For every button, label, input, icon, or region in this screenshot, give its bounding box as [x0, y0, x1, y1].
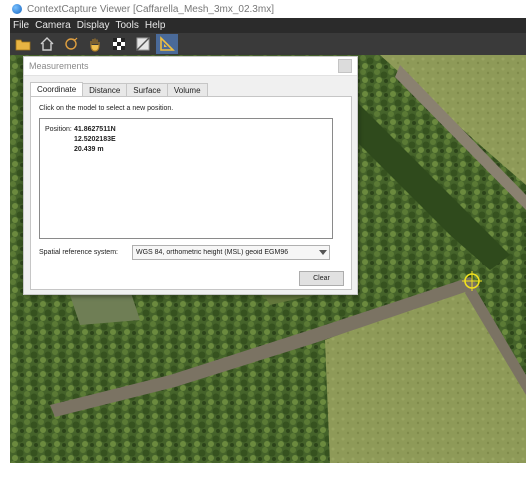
- altitude-value: 20.439 m: [74, 146, 104, 153]
- title-bar: ContextCapture Viewer [Caffarella_Mesh_3…: [10, 0, 526, 18]
- measurements-dialog: Measurements Coordinate Distance Surface…: [23, 56, 358, 295]
- longitude-value: 12.5202183E: [74, 136, 116, 143]
- tab-volume[interactable]: Volume: [166, 83, 208, 97]
- menu-bar: File Camera Display Tools Help: [10, 18, 526, 33]
- latitude-value: 41.8627511N: [74, 126, 116, 133]
- menu-file[interactable]: File: [10, 20, 32, 31]
- app-logo-icon: [12, 4, 22, 14]
- tab-distance[interactable]: Distance: [82, 83, 128, 97]
- srs-selected-value: WGS 84, orthometric height (MSL) geoid E…: [136, 249, 289, 256]
- app-window: ContextCapture Viewer [Caffarella_Mesh_3…: [10, 0, 526, 482]
- window-title: ContextCapture Viewer [Caffarella_Mesh_3…: [27, 3, 274, 15]
- measure-button[interactable]: [156, 34, 178, 54]
- coordinate-panel: Click on the model to select a new posit…: [30, 96, 352, 290]
- menu-tools[interactable]: Tools: [113, 20, 142, 31]
- pan-button[interactable]: [84, 34, 106, 54]
- measurement-tabs: Coordinate Distance Surface Volume: [30, 82, 208, 98]
- dialog-title-bar[interactable]: Measurements: [24, 57, 357, 76]
- dialog-close-button[interactable]: [338, 59, 352, 73]
- menu-camera[interactable]: Camera: [32, 20, 74, 31]
- home-icon: [40, 37, 54, 51]
- dialog-title: Measurements: [29, 61, 89, 71]
- open-folder-icon: [15, 39, 31, 51]
- measure-triangle-icon: [160, 36, 175, 51]
- clear-button[interactable]: Clear: [299, 271, 344, 286]
- texture-button[interactable]: [132, 34, 154, 54]
- instruction-text: Click on the model to select a new posit…: [39, 105, 174, 112]
- bottom-margin: [10, 463, 526, 482]
- menu-help[interactable]: Help: [142, 20, 169, 31]
- texture-icon: [136, 37, 150, 51]
- tab-surface[interactable]: Surface: [126, 83, 168, 97]
- chevron-down-icon: [317, 250, 329, 255]
- open-button[interactable]: [12, 34, 34, 54]
- pan-hand-icon: [90, 38, 100, 52]
- checkerboard-icon: [113, 38, 125, 50]
- toolbar: [10, 33, 526, 55]
- position-output: Position: 41.8627511N 12.5202183E 20.439…: [39, 118, 333, 239]
- srs-dropdown[interactable]: WGS 84, orthometric height (MSL) geoid E…: [132, 245, 330, 260]
- home-button[interactable]: [36, 34, 58, 54]
- srs-label: Spatial reference system:: [39, 249, 118, 256]
- orbit-button[interactable]: [60, 34, 82, 54]
- position-label: Position:: [45, 126, 72, 133]
- orbit-icon: [65, 37, 78, 50]
- menu-display[interactable]: Display: [74, 20, 113, 31]
- checkerboard-button[interactable]: [108, 34, 130, 54]
